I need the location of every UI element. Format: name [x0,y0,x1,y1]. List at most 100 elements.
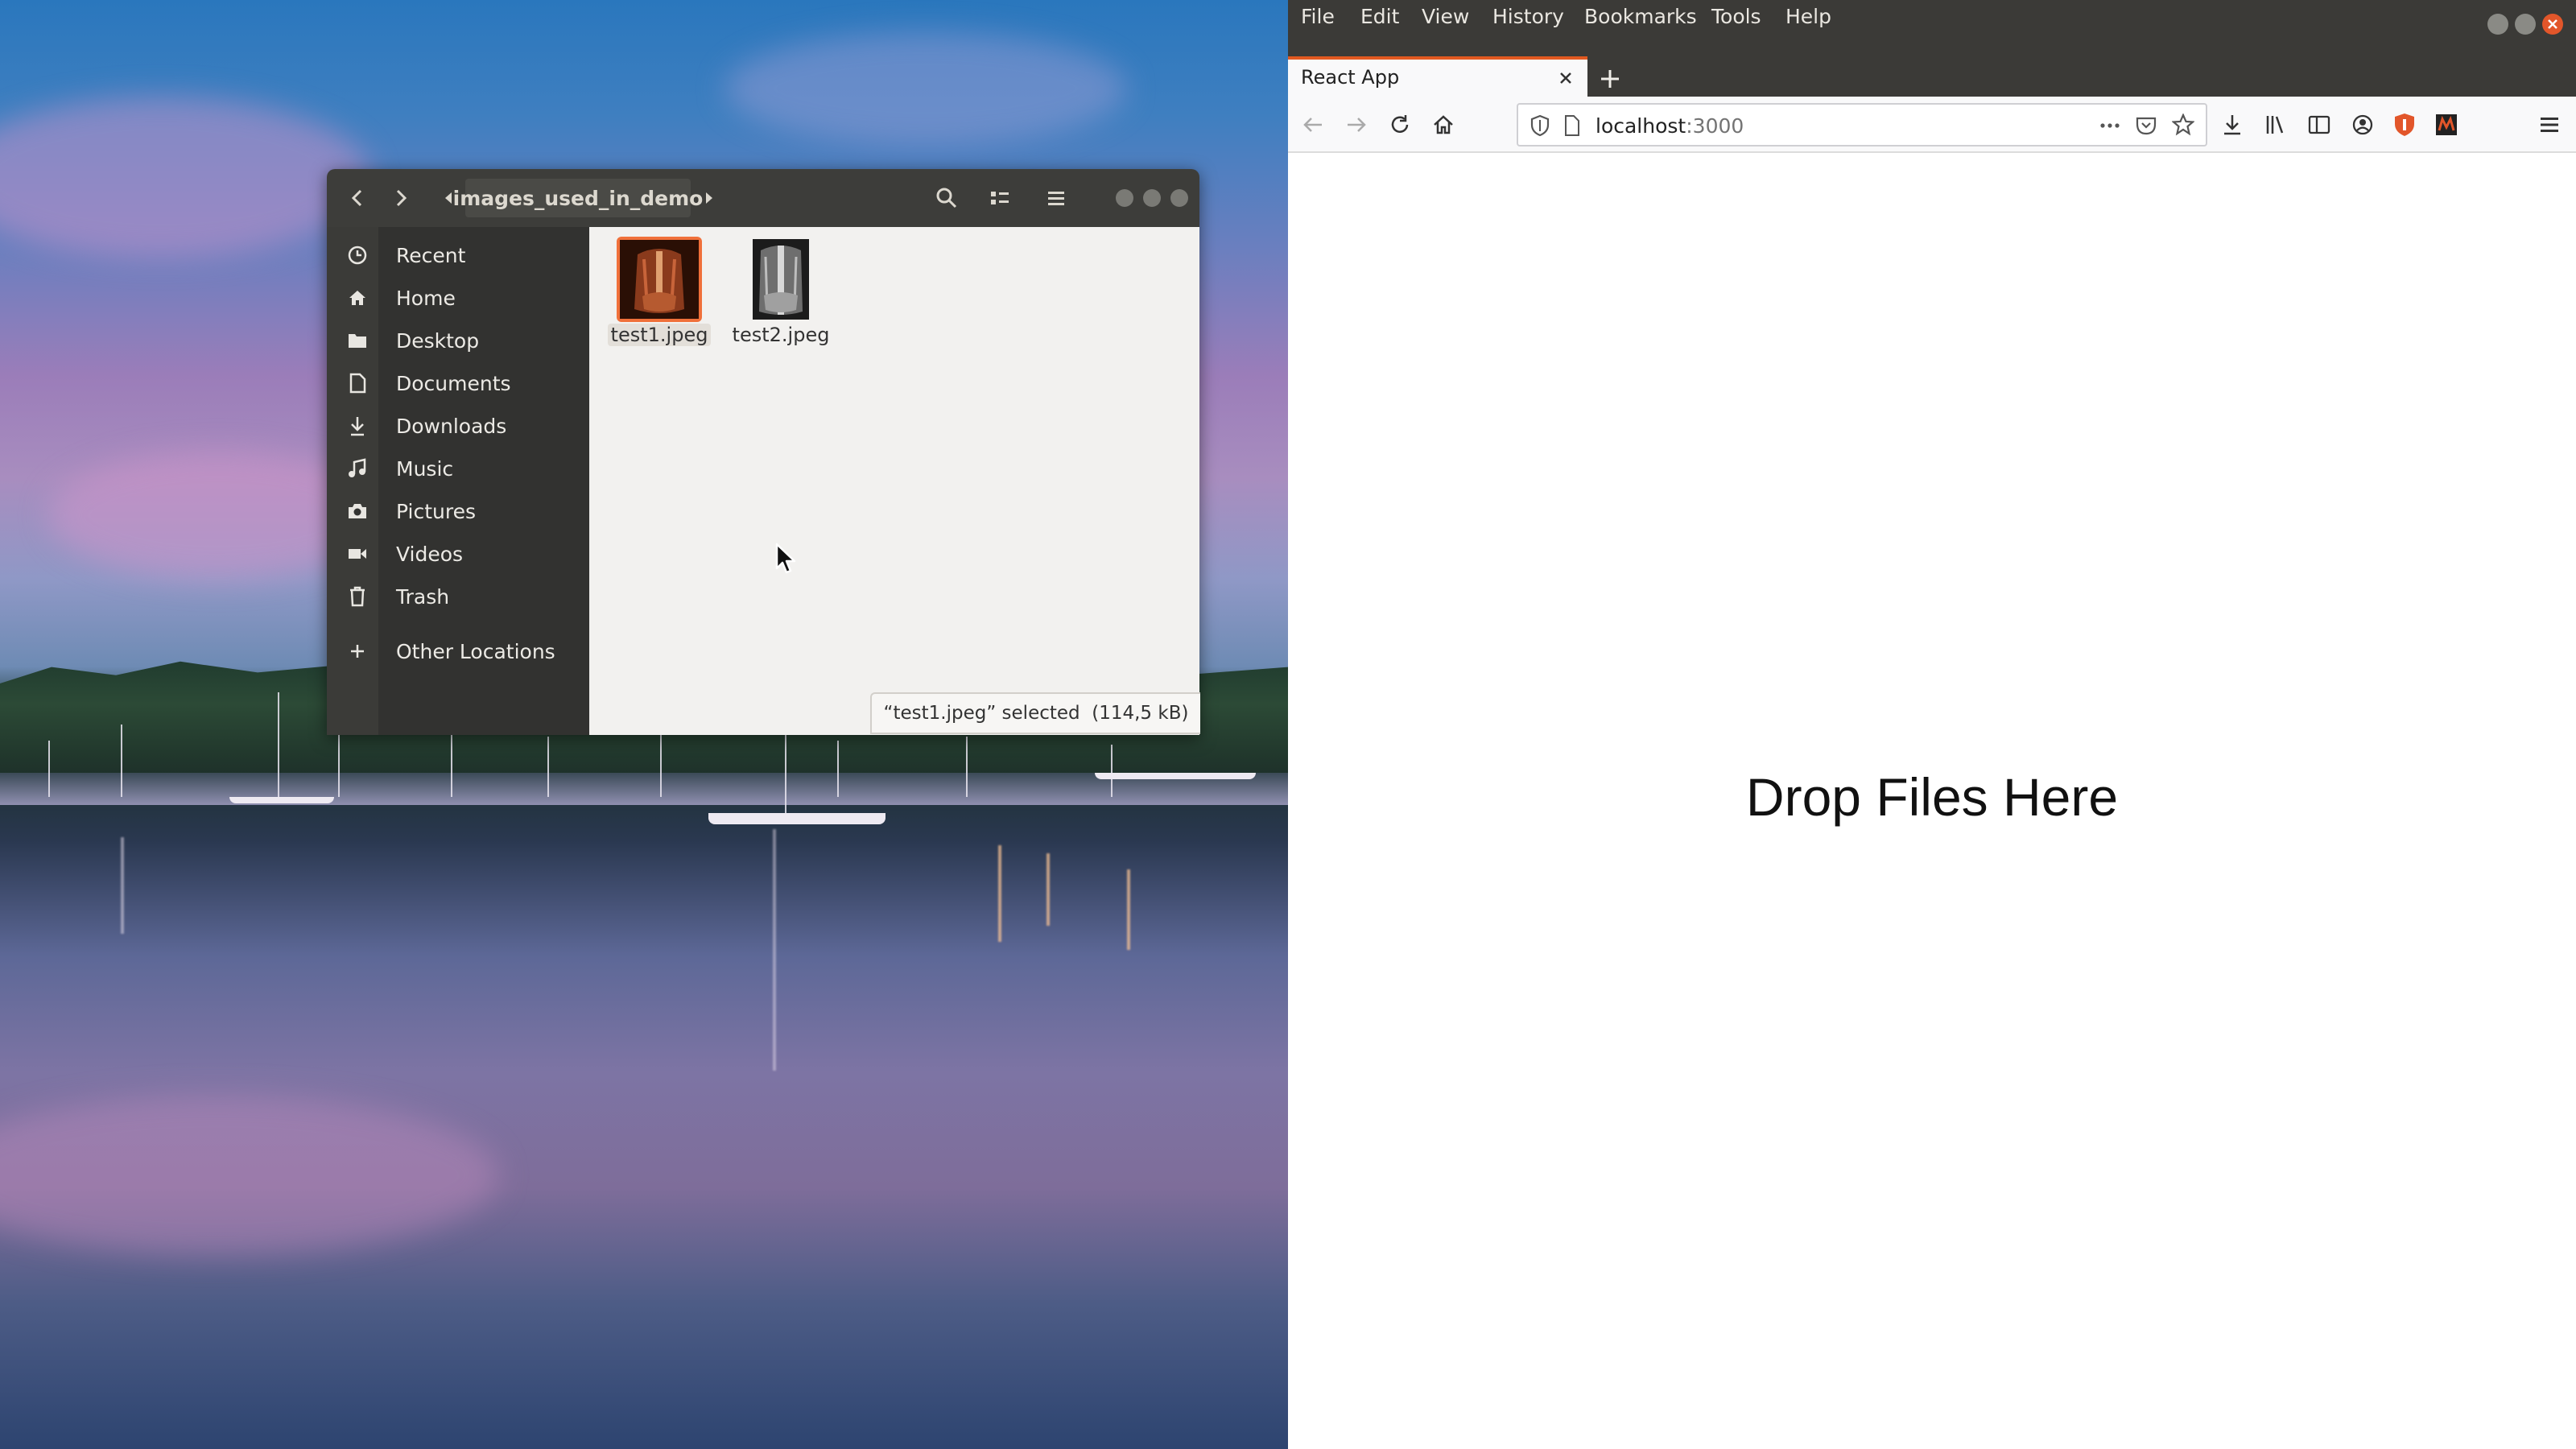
file-thumbnail [738,237,824,322]
home-icon [341,282,374,314]
camera-icon [341,495,374,527]
sidebar-item-desktop[interactable]: Desktop [327,319,589,362]
path-bar-current-folder[interactable]: images_used_in_demo [453,179,703,217]
sidebar-toggle-button[interactable] [2304,109,2334,140]
tab-strip: React App [1288,35,2576,108]
sidebar-item-videos[interactable]: Videos [327,532,589,576]
sidebar-item-label: Documents [396,371,511,395]
close-icon [1560,72,1571,84]
trash-icon [341,580,374,613]
new-tab-button[interactable] [1594,63,1626,95]
chevron-right-icon [396,189,407,207]
maximize-button[interactable] [1143,189,1161,207]
search-icon [936,188,957,208]
url-bar[interactable]: localhost:3000 [1517,103,2207,147]
sidebar-item-downloads[interactable]: Downloads [327,404,589,448]
arrow-left-icon [1303,118,1322,132]
music-icon [341,452,374,485]
sidebar-item-home[interactable]: Home [327,276,589,320]
menu-edit[interactable]: Edit [1360,5,1399,28]
account-icon [2352,114,2373,135]
sidebar-item-other-locations[interactable]: Other Locations [327,630,589,673]
navigation-toolbar: localhost:3000 [1288,97,2576,153]
shield-icon[interactable] [1530,114,1550,137]
close-button[interactable] [1170,189,1188,207]
search-button[interactable] [927,180,966,216]
view-options-button[interactable] [980,180,1019,216]
back-button[interactable] [341,180,374,216]
sidebar-icon [2308,115,2330,134]
back-button[interactable] [1298,109,1328,140]
extension-button[interactable] [2431,109,2462,140]
forward-button[interactable] [1341,109,1372,140]
url-text: localhost:3000 [1596,114,1744,138]
library-button[interactable] [2260,109,2291,140]
sidebar-item-label: Trash [396,584,450,609]
pocket-icon[interactable] [2135,114,2157,137]
sidebar-item-label: Desktop [396,328,480,353]
plus-icon [1601,70,1619,88]
menu-help[interactable]: Help [1785,5,1831,28]
open-menu-button[interactable] [2534,109,2565,140]
hamburger-icon [2541,118,2558,132]
file-item-test2[interactable]: test2.jpeg [724,237,837,346]
reload-button[interactable] [1385,109,1415,140]
sidebar-item-label: Music [396,456,454,481]
sidebar-item-label: Downloads [396,414,507,438]
menu-button[interactable] [1037,180,1075,216]
home-button[interactable] [1428,109,1459,140]
chevron-left-icon [351,189,362,207]
browser-menubar: File Edit View History Bookmarks Tools H… [1288,0,2576,35]
selection-status-bar: “test1.jpeg” selected (114,5 kB) [870,692,1200,734]
forward-button[interactable] [385,180,417,216]
sidebar-item-pictures[interactable]: Pictures [327,489,589,533]
tab-title: React App [1301,66,1400,89]
browser-maximize-button[interactable] [2515,14,2536,35]
tab-close-button[interactable] [1555,68,1576,89]
firefox-window: File Edit View History Bookmarks Tools H… [1288,0,2576,1449]
account-button[interactable] [2347,109,2378,140]
download-icon [341,410,374,442]
menu-history[interactable]: History [1492,5,1564,28]
sidebar-item-documents[interactable]: Documents [327,361,589,405]
page-info-icon[interactable] [1563,114,1581,137]
extension-ublock-button[interactable] [2389,109,2420,140]
reload-icon [1391,115,1409,133]
menu-file[interactable]: File [1301,5,1335,28]
more-actions-icon[interactable] [2098,114,2122,137]
sidebar-item-label: Recent [396,243,466,267]
sidebar-item-label: Videos [396,542,464,566]
menu-tools[interactable]: Tools [1711,5,1761,28]
triangle-right-icon [706,192,712,204]
sidebar-item-recent[interactable]: Recent [327,233,589,277]
xray-image-icon [620,240,699,319]
mouse-pointer-icon [775,543,796,574]
folder-icon [341,324,374,357]
file-thumbnail [617,237,702,322]
list-view-icon [991,192,1009,204]
sidebar-item-label: Pictures [396,499,476,523]
file-manager-window: images_used_in_demo Recent Home Desktop [327,169,1199,735]
browser-close-button[interactable] [2542,14,2563,35]
path-scroll-right-button[interactable] [696,180,723,216]
arrow-right-icon [1348,118,1366,132]
sidebar-item-music[interactable]: Music [327,447,589,490]
video-icon [341,538,374,570]
home-icon [1434,115,1453,134]
browser-minimize-button[interactable] [2487,14,2508,35]
star-icon[interactable] [2172,114,2194,136]
drop-zone-text[interactable]: Drop Files Here [1288,766,2576,828]
menu-bookmarks[interactable]: Bookmarks [1584,5,1697,28]
minimize-button[interactable] [1116,189,1133,207]
file-item-test1[interactable]: test1.jpeg [603,237,716,346]
menu-view[interactable]: View [1422,5,1469,28]
download-icon [2224,115,2240,135]
sidebar-item-label: Home [396,286,456,310]
file-name: test1.jpeg [607,324,712,346]
sidebar-item-trash[interactable]: Trash [327,575,589,618]
xray-image-icon [753,239,809,320]
document-icon [341,367,374,399]
extension-icon [2436,114,2457,135]
library-icon [2266,116,2284,134]
downloads-button[interactable] [2217,109,2248,140]
